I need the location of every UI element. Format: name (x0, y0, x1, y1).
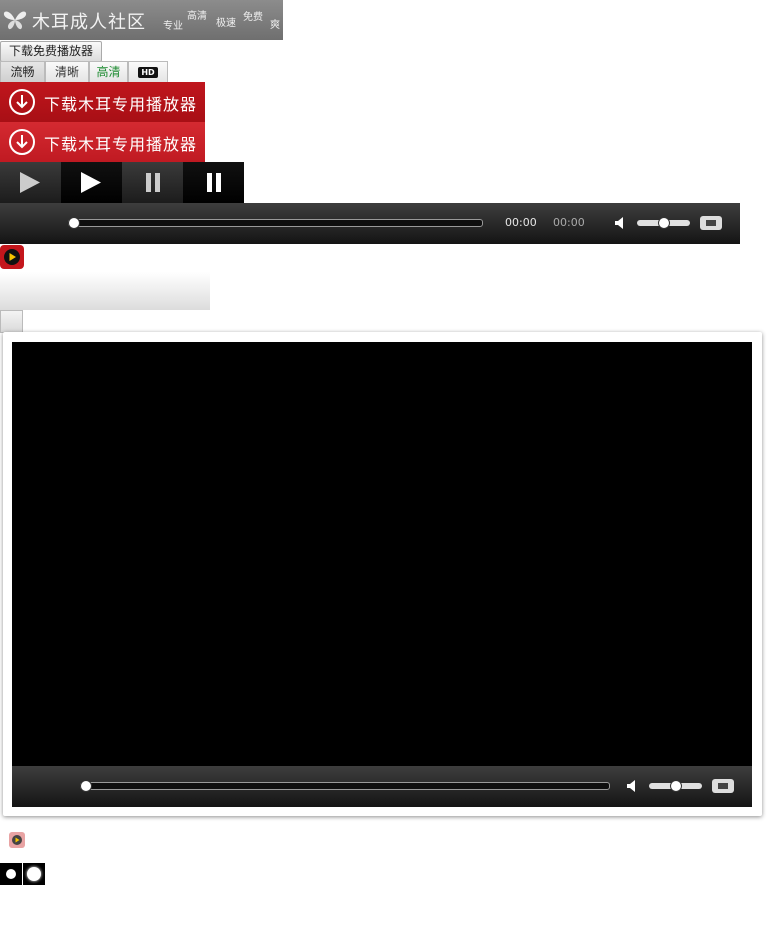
logo-tag: 极速 (216, 18, 236, 29)
volume-icon[interactable] (626, 779, 640, 793)
play-button[interactable] (0, 162, 61, 203)
play-icon (81, 172, 101, 193)
pause-icon (207, 173, 221, 192)
hd-badge: HD (138, 67, 158, 78)
logo-tag: 爽 (270, 20, 280, 31)
progress-track[interactable] (68, 219, 483, 227)
download-app-button-hover[interactable]: 下载木耳专用播放器 (0, 122, 205, 162)
butterfly-icon (3, 11, 27, 30)
pause-button[interactable] (122, 162, 183, 203)
gradient-panel (0, 272, 210, 310)
progress-track[interactable] (80, 782, 610, 790)
tab-quality-smooth[interactable]: 流畅 (0, 61, 45, 83)
download-app-label: 下载木耳专用播放器 (44, 135, 198, 154)
fullscreen-button[interactable] (700, 216, 722, 230)
fullscreen-button[interactable] (712, 779, 734, 793)
knob-sprite (0, 863, 22, 885)
download-icon (9, 129, 35, 155)
play-icon-small[interactable] (9, 832, 25, 848)
control-bar: 00:00 00:00 (0, 203, 740, 244)
current-time: 00:00 (505, 216, 537, 229)
logo-title: 木耳成人社区 (32, 12, 146, 33)
square-button[interactable] (0, 310, 23, 333)
logo-tag: 专业 (163, 21, 183, 32)
volume-icon[interactable] (614, 216, 628, 230)
volume-knob[interactable] (670, 780, 682, 792)
play-icon-badge[interactable] (0, 245, 24, 269)
download-app-label: 下载木耳专用播放器 (44, 95, 198, 114)
download-icon (9, 89, 35, 115)
download-app-button[interactable]: 下载木耳专用播放器 (0, 82, 205, 122)
volume-knob[interactable] (658, 217, 670, 229)
progress-knob[interactable] (80, 780, 92, 792)
progress-knob[interactable] (68, 217, 80, 229)
logo-banner: 木耳成人社区 专业 高清 极速 免费 爽 (0, 0, 283, 40)
total-time: 00:00 (553, 216, 585, 229)
tab-quality-high[interactable]: 高清 (89, 61, 128, 83)
video-area[interactable] (12, 342, 752, 766)
play-icon (20, 172, 40, 193)
play-icon (4, 249, 20, 265)
tab-quality-clear[interactable]: 清晰 (45, 61, 89, 83)
pause-icon (146, 173, 160, 192)
play-icon (12, 835, 22, 845)
knob-sprite-hover (23, 863, 45, 885)
play-button-hover[interactable] (61, 162, 122, 203)
tab-quality-hd[interactable]: HD (128, 61, 168, 83)
logo-tag: 高清 (187, 11, 207, 22)
pause-button-hover[interactable] (183, 162, 244, 203)
download-player-button[interactable]: 下载免费播放器 (0, 41, 102, 62)
player-control-bar (12, 766, 752, 807)
logo-tag: 免费 (243, 12, 263, 23)
